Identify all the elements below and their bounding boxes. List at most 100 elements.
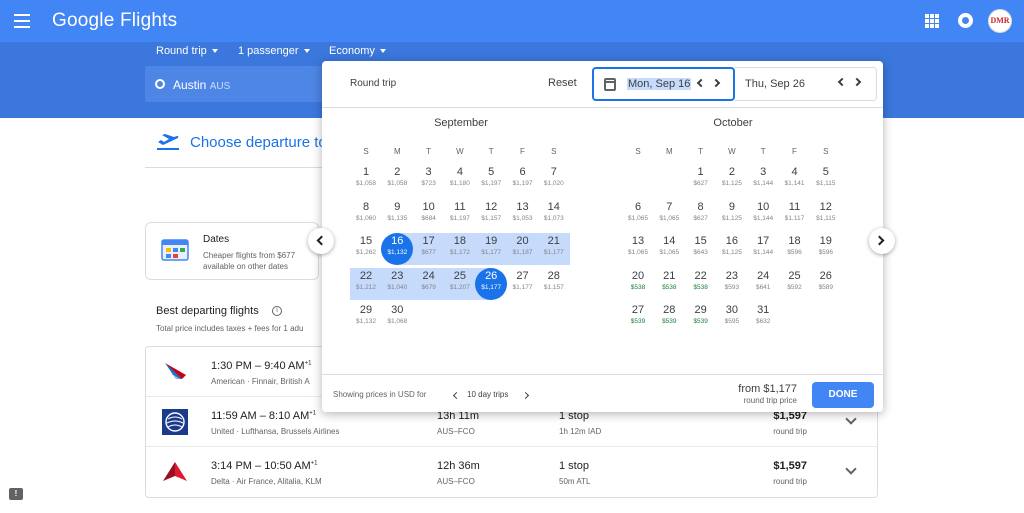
day-number: 16 [725, 235, 739, 247]
calendar-day[interactable]: 12 $1,115 [811, 199, 841, 233]
return-date-field[interactable]: Thu, Sep 26 [735, 67, 877, 101]
day-number: 30 [391, 304, 404, 316]
calendar-day[interactable]: 28 $539 [654, 302, 684, 336]
next-month-button[interactable] [869, 228, 895, 254]
next-day-icon[interactable] [711, 78, 721, 88]
calendar-day[interactable]: 28 $1,157 [539, 268, 569, 302]
calendar-day[interactable]: 14 $1,065 [654, 233, 684, 267]
google-flights-logo[interactable]: Google Flights [52, 10, 177, 32]
calendar-day[interactable]: 5 $1,197 [476, 164, 506, 198]
calendar-day[interactable]: 13 $1,065 [623, 233, 653, 267]
day-number: 21 [663, 269, 676, 282]
previous-trip-length-icon[interactable] [452, 391, 461, 400]
calendar-day[interactable]: 1 $627 [686, 164, 716, 198]
calendar-day[interactable]: 6 $1,197 [508, 164, 538, 198]
calendar-day[interactable]: 27 $539 [623, 302, 653, 336]
calendar-day[interactable]: 31 $632 [748, 302, 778, 336]
calendar-day[interactable]: 19 $596 [811, 233, 841, 267]
calendar-day[interactable]: 21 $1,177 [539, 233, 569, 267]
day-number: 17 [757, 235, 770, 247]
dates-card-title: Dates [203, 234, 230, 245]
next-trip-length-icon[interactable] [521, 391, 530, 400]
calendar-day[interactable]: 20 $1,187 [508, 233, 538, 267]
calendar-day[interactable]: 30 $1,068 [382, 302, 412, 336]
calendar-day[interactable]: 23 $1,040 [382, 268, 412, 302]
calendar-day[interactable]: 11 $1,117 [780, 199, 810, 233]
calendar-day[interactable]: 15 $1,262 [351, 233, 381, 267]
calendar-day[interactable]: 20 $538 [623, 268, 653, 302]
cabin-dropdown[interactable]: Economy [329, 45, 386, 57]
calendar-day[interactable]: 8 $1,060 [351, 199, 381, 233]
calendar-day[interactable]: 30 $595 [717, 302, 747, 336]
calendar-day[interactable]: 10 $684 [414, 199, 444, 233]
calendar-day[interactable]: 17 $1,144 [748, 233, 778, 267]
day-price: $1,144 [753, 180, 774, 187]
calendar-day[interactable]: 19 $1,177 [476, 233, 506, 267]
calendar-day[interactable]: 16 $1,125 [717, 233, 747, 267]
calendar-day[interactable]: 18 $1,172 [445, 233, 475, 267]
calendar-day[interactable]: 25 $1,207 [445, 268, 475, 302]
calendar-day[interactable]: 10 $1,144 [748, 199, 778, 233]
dates-suggestion-card[interactable]: Dates Cheaper flights from $677 availabl… [145, 222, 319, 280]
calendar-day[interactable]: 9 $1,135 [382, 199, 412, 233]
picker-trip-type[interactable]: Round trip [350, 78, 396, 89]
next-day-icon[interactable] [852, 77, 862, 87]
calendar-day[interactable]: 11 $1,197 [445, 199, 475, 233]
calendar-day[interactable]: 2 $1,058 [382, 164, 412, 198]
trip-type-dropdown[interactable]: Round trip [156, 45, 218, 57]
day-price: $1,187 [512, 249, 533, 256]
calendar-day[interactable]: 1 $1,058 [351, 164, 381, 198]
calendar-day[interactable]: 29 $1,132 [351, 302, 381, 336]
origin-field[interactable]: Austin AUS [145, 66, 325, 102]
calendar-day[interactable]: 29 $539 [686, 302, 716, 336]
flight-row[interactable]: 3:14 PM – 10:50 AM+1 Delta · Air France,… [146, 447, 877, 497]
calendar-day[interactable]: 23 $593 [717, 268, 747, 302]
previous-day-icon[interactable] [696, 78, 706, 88]
calendar-day[interactable]: 27 $1,177 [508, 268, 538, 302]
calendar-day[interactable]: 4 $1,141 [780, 164, 810, 198]
chevron-left-icon [316, 235, 327, 246]
notifications-icon[interactable] [958, 13, 973, 28]
calendar-day[interactable]: 6 $1,065 [623, 199, 653, 233]
feedback-icon[interactable]: ! [9, 488, 23, 500]
expand-chevron-icon[interactable] [845, 413, 857, 425]
info-icon[interactable]: i [272, 306, 282, 316]
calendar-day[interactable]: 15 $643 [686, 233, 716, 267]
departure-date-field[interactable]: Mon, Sep 16 [592, 67, 735, 101]
calendar-day[interactable]: 14 $1,073 [539, 199, 569, 233]
calendar-day[interactable]: 26 $1,177 [476, 268, 506, 302]
day-price: $1,068 [387, 318, 408, 325]
calendar-day[interactable]: 2 $1,125 [717, 164, 747, 198]
previous-month-button[interactable] [308, 228, 334, 254]
calendar-day[interactable]: 24 $641 [748, 268, 778, 302]
calendar-day[interactable]: 8 $627 [686, 199, 716, 233]
passengers-dropdown[interactable]: 1 passenger [238, 45, 310, 57]
calendar-day[interactable]: 7 $1,020 [539, 164, 569, 198]
reset-button[interactable]: Reset [548, 77, 577, 89]
calendar-day[interactable]: 26 $589 [811, 268, 841, 302]
avatar[interactable]: DMR [988, 9, 1012, 33]
calendar-day[interactable]: 22 $538 [686, 268, 716, 302]
calendar-day[interactable]: 22 $1,212 [351, 268, 381, 302]
calendar-day[interactable]: 9 $1,125 [717, 199, 747, 233]
done-button[interactable]: DONE [812, 382, 874, 408]
previous-day-icon[interactable] [837, 77, 847, 87]
calendar-day[interactable]: 12 $1,157 [476, 199, 506, 233]
apps-grid-icon[interactable] [925, 14, 939, 28]
calendar-day[interactable]: 17 $677 [414, 233, 444, 267]
calendar-day[interactable]: 21 $538 [654, 268, 684, 302]
price-note: round trip price [743, 396, 797, 405]
calendar-day[interactable]: 7 $1,065 [654, 199, 684, 233]
menu-icon[interactable] [14, 14, 30, 28]
calendar-day[interactable]: 25 $592 [780, 268, 810, 302]
calendar-day[interactable]: 4 $1,180 [445, 164, 475, 198]
calendar-day[interactable]: 18 $596 [780, 233, 810, 267]
calendar-day[interactable]: 5 $1,115 [811, 164, 841, 198]
day-number: 9 [394, 200, 401, 213]
calendar-day[interactable]: 3 $723 [414, 164, 444, 198]
calendar-day[interactable]: 24 $679 [414, 268, 444, 302]
expand-chevron-icon[interactable] [845, 463, 857, 475]
calendar-day[interactable]: 16 $1,132 [382, 233, 412, 267]
calendar-day[interactable]: 3 $1,144 [748, 164, 778, 198]
calendar-day[interactable]: 13 $1,053 [508, 199, 538, 233]
